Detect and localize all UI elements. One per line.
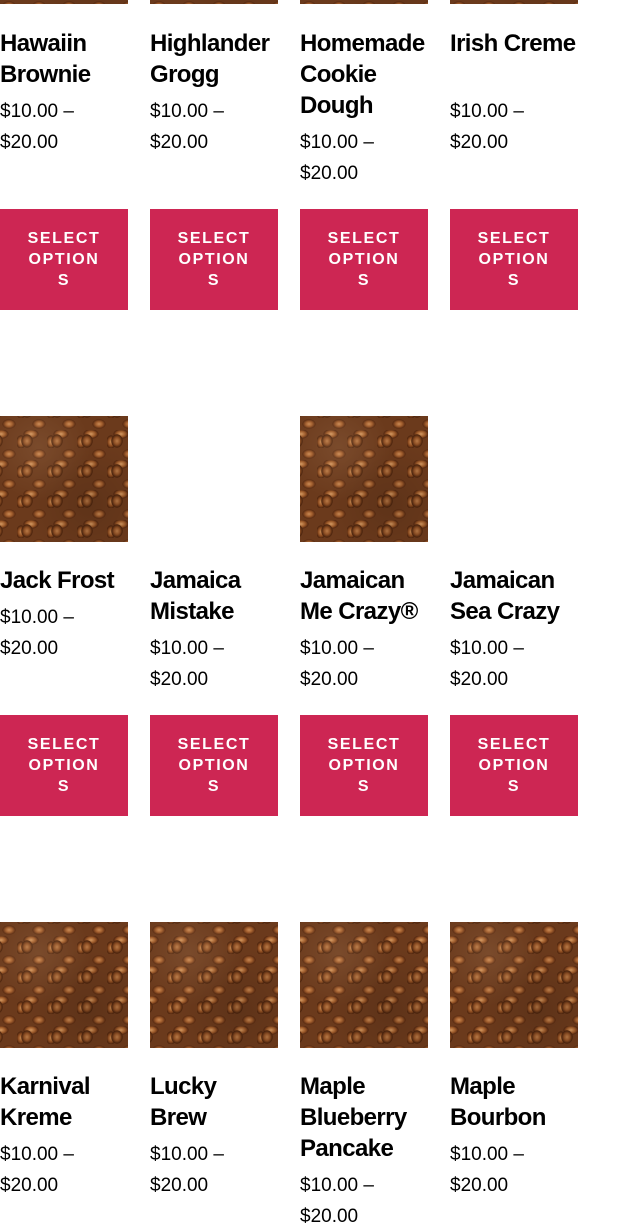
product-title[interactable]: Jamaica Mistake <box>150 565 278 627</box>
price-to: $20.00 <box>150 132 209 153</box>
price-from: $10.00 – <box>150 638 224 659</box>
product-image[interactable] <box>450 0 578 4</box>
select-options-button[interactable]: SELECT OPTIONS <box>0 715 128 816</box>
price-from: $10.00 – <box>150 1144 224 1165</box>
price-to: $20.00 <box>300 163 359 184</box>
price-from: $10.00 – <box>300 1175 374 1196</box>
product-title[interactable]: Maple Bourbon <box>450 1071 578 1133</box>
product-title[interactable]: Jack Frost <box>0 565 128 596</box>
price-to: $20.00 <box>450 132 509 153</box>
select-options-button[interactable]: SELECT OPTIONS <box>150 209 278 310</box>
price-from: $10.00 – <box>450 101 524 122</box>
select-options-button[interactable]: SELECT OPTIONS <box>0 209 128 310</box>
product-image[interactable] <box>300 922 428 1048</box>
product-image[interactable] <box>150 922 278 1048</box>
price-from: $10.00 – <box>300 638 374 659</box>
price-to: $20.00 <box>300 669 359 690</box>
product-title[interactable]: Irish Creme <box>450 28 578 59</box>
price-from: $10.00 – <box>0 1144 74 1165</box>
product-title[interactable]: Maple Blueberry Pancake <box>300 1071 428 1164</box>
price-to: $20.00 <box>0 132 59 153</box>
price-to: $20.00 <box>0 1175 59 1196</box>
product-title[interactable]: Jamaican Me Crazy® <box>300 565 428 627</box>
select-options-button[interactable]: SELECT OPTIONS <box>300 715 428 816</box>
select-options-button[interactable]: SELECT OPTIONS <box>150 715 278 816</box>
price-to: $20.00 <box>150 1175 209 1196</box>
product-image[interactable] <box>0 416 128 542</box>
select-options-button[interactable]: SELECT OPTIONS <box>300 209 428 310</box>
select-options-button[interactable]: SELECT OPTIONS <box>450 715 578 816</box>
product-image[interactable] <box>450 922 578 1048</box>
price-from: $10.00 – <box>150 101 224 122</box>
product-title[interactable]: Homemade Cookie Dough <box>300 28 428 121</box>
product-title[interactable]: Karnival Kreme <box>0 1071 128 1133</box>
product-image[interactable] <box>0 922 128 1048</box>
product-image[interactable] <box>300 416 428 542</box>
price-from: $10.00 – <box>0 101 74 122</box>
price-to: $20.00 <box>300 1206 359 1227</box>
price-from: $10.00 – <box>450 638 524 659</box>
product-title[interactable]: Jamaican Sea Crazy <box>450 565 578 627</box>
price-from: $10.00 – <box>450 1144 524 1165</box>
price-to: $20.00 <box>150 669 209 690</box>
product-image[interactable] <box>150 0 278 4</box>
price-from: $10.00 – <box>0 607 74 628</box>
price-to: $20.00 <box>0 638 59 659</box>
product-image[interactable] <box>300 0 428 4</box>
product-title[interactable]: Highlander Grogg <box>150 28 278 90</box>
price-from: $10.00 – <box>300 132 374 153</box>
product-title[interactable]: Hawaiin Brownie <box>0 28 128 90</box>
price-to: $20.00 <box>450 669 509 690</box>
product-title[interactable]: Lucky Brew <box>150 1071 278 1133</box>
select-options-button[interactable]: SELECT OPTIONS <box>450 209 578 310</box>
price-to: $20.00 <box>450 1175 509 1196</box>
product-image[interactable] <box>0 0 128 4</box>
